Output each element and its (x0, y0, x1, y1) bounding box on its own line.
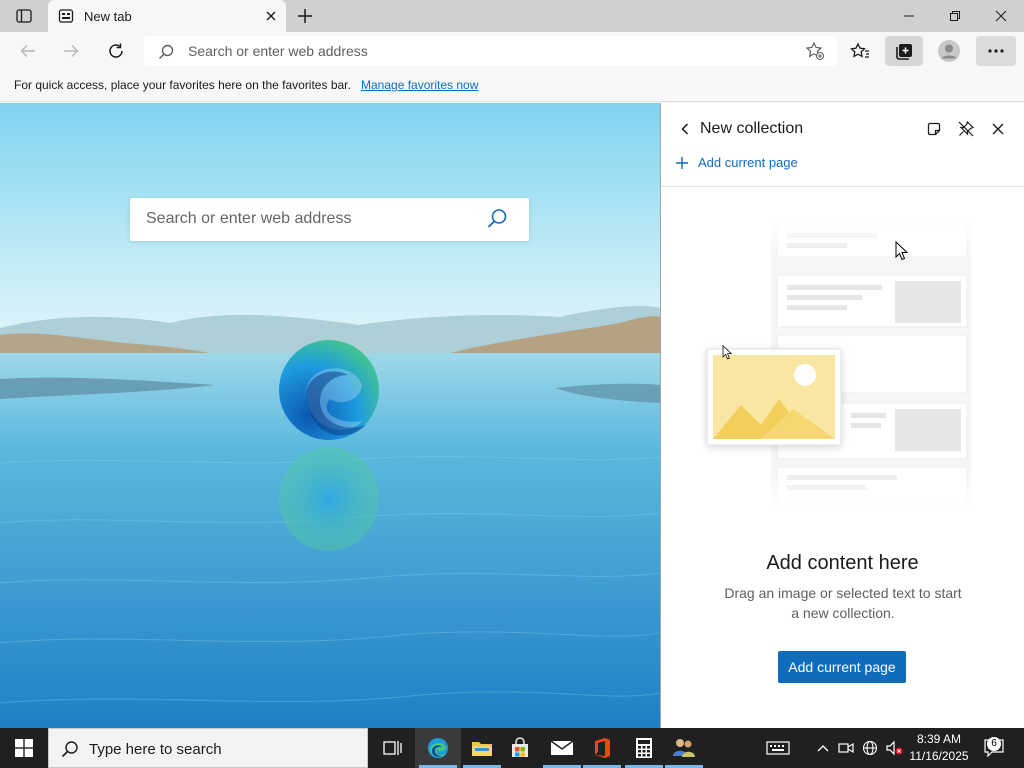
chevron-left-icon (681, 123, 689, 135)
tab-new-tab[interactable]: New tab (48, 0, 286, 32)
new-tab-favicon-icon (58, 9, 74, 23)
avatar-icon (938, 40, 960, 62)
edge-logo-icon (279, 340, 379, 440)
favorites-button[interactable] (844, 36, 876, 66)
manage-favorites-link[interactable]: Manage favorites now (361, 78, 478, 92)
new-tab-page (0, 103, 660, 728)
unpin-icon (958, 120, 975, 137)
collections-pane-header: New collection Add current page (661, 103, 1024, 187)
add-to-favorites-button[interactable] (803, 40, 827, 62)
tray-volume-button[interactable] (883, 728, 905, 768)
keyboard-icon (766, 741, 790, 755)
mouse-cursor-icon (895, 241, 909, 261)
minimize-icon (904, 15, 914, 17)
address-input[interactable] (188, 43, 788, 59)
taskbar-search-box[interactable]: Type here to search (48, 728, 368, 768)
tab-title: New tab (84, 9, 132, 24)
taskbar-date: 11/16/2025 (909, 749, 969, 763)
notification-count-badge: 6 (987, 737, 1001, 751)
collections-pane: New collection Add current page Add cont… (661, 103, 1024, 728)
favorites-star-icon (850, 42, 869, 58)
collection-title[interactable]: New collection (700, 120, 803, 138)
tray-meet-button[interactable] (836, 728, 856, 768)
collections-button[interactable] (885, 36, 923, 66)
close-window-button[interactable] (978, 0, 1024, 32)
settings-and-more-button[interactable] (976, 36, 1016, 66)
volume-muted-icon (886, 740, 903, 756)
search-icon (61, 741, 78, 758)
plus-icon (298, 9, 312, 23)
plus-icon (676, 156, 688, 169)
taskbar: Type here to search 8:39 AM 11/16/2025 6 (0, 728, 1024, 768)
address-bar[interactable] (144, 36, 837, 66)
show-hidden-icons-button[interactable] (812, 728, 834, 768)
task-view-icon (383, 741, 402, 755)
close-icon (995, 10, 1007, 22)
empty-collection-illustration (706, 219, 971, 509)
taskbar-search-placeholder: Type here to search (89, 741, 222, 758)
close-pane-button[interactable] (985, 117, 1011, 141)
windows-logo-icon (15, 739, 33, 757)
start-button[interactable] (0, 728, 48, 768)
add-current-page-link-label: Add current page (698, 155, 798, 170)
ntp-search-box[interactable] (130, 198, 529, 241)
chevron-up-icon (817, 745, 829, 752)
tab-close-icon[interactable] (264, 9, 278, 23)
browser-toolbar (0, 32, 1024, 70)
search-icon[interactable] (485, 207, 509, 231)
back-button[interactable] (12, 36, 44, 66)
profile-button[interactable] (933, 36, 965, 66)
tab-actions-menu-button[interactable] (8, 6, 40, 26)
users-icon (673, 739, 695, 757)
more-dots-icon (988, 49, 1004, 53)
add-favorite-star-icon (805, 41, 825, 61)
mouse-cursor-icon (722, 345, 733, 360)
taskbar-app-store[interactable] (497, 728, 543, 768)
unpin-pane-button[interactable] (953, 117, 979, 141)
restore-button[interactable] (932, 0, 978, 32)
office-icon (595, 738, 610, 758)
empty-state-heading: Add content here (766, 552, 919, 574)
close-icon (992, 123, 1004, 135)
collections-icon (896, 44, 912, 60)
refresh-icon (109, 43, 123, 58)
forward-arrow-icon (64, 44, 79, 58)
taskbar-time: 8:39 AM (916, 732, 962, 746)
back-arrow-icon (20, 44, 35, 58)
taskbar-app-office[interactable] (579, 728, 625, 768)
restore-icon (950, 11, 960, 21)
camera-icon (838, 742, 854, 754)
taskbar-clock[interactable]: 8:39 AM 11/16/2025 (903, 731, 975, 765)
ntp-search-input[interactable] (146, 210, 466, 228)
add-note-button[interactable] (921, 117, 947, 141)
tab-actions-icon (16, 9, 32, 23)
minimize-button[interactable] (886, 0, 932, 32)
store-icon (512, 737, 528, 757)
task-view-button[interactable] (369, 728, 415, 768)
favorites-bar-message: For quick access, place your favorites h… (14, 78, 351, 92)
tab-strip: New tab (0, 0, 1024, 32)
globe-icon (862, 740, 878, 756)
mail-icon (550, 740, 574, 755)
refresh-button[interactable] (100, 36, 132, 66)
folder-icon (472, 742, 492, 756)
tray-network-button[interactable] (859, 728, 881, 768)
empty-state-description: Drag an image or selected text to start … (724, 585, 962, 621)
back-to-collections-button[interactable] (675, 119, 695, 139)
action-center-button[interactable]: 6 (978, 728, 1010, 768)
add-current-page-button[interactable]: Add current page (778, 651, 906, 683)
background-lake-image (0, 103, 660, 728)
forward-button[interactable] (55, 36, 87, 66)
add-current-page-link[interactable]: Add current page (675, 155, 798, 170)
touch-keyboard-button[interactable] (760, 728, 796, 768)
calculator-icon (636, 738, 652, 758)
favorites-bar: For quick access, place your favorites h… (0, 70, 1024, 102)
taskbar-app-users[interactable] (661, 728, 707, 768)
new-tab-button[interactable] (294, 6, 316, 26)
taskbar-app-edge[interactable] (415, 728, 461, 768)
edge-icon (428, 738, 448, 758)
search-icon (158, 44, 174, 60)
add-note-icon (927, 122, 941, 136)
